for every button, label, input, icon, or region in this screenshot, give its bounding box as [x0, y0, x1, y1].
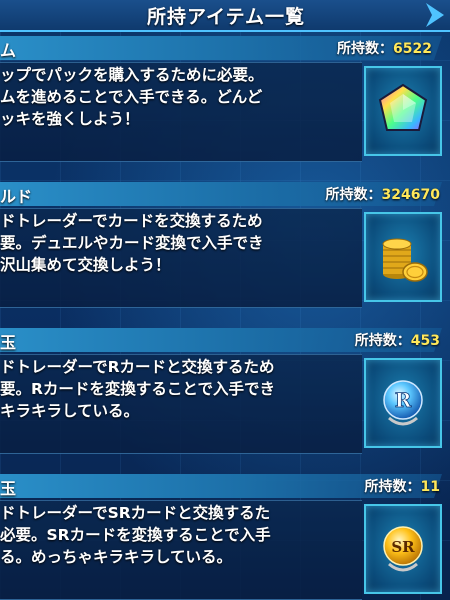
- title-bar: 所持アイテム一覧: [0, 0, 450, 32]
- rainbow-gem-icon: [378, 83, 428, 131]
- item-row[interactable]: 玉 所持数：453 ドトレーダーでRカードと交換するため 要。Rカードを変換する…: [0, 328, 450, 456]
- item-icon-frame[interactable]: [364, 212, 442, 302]
- item-name: ルド: [0, 187, 33, 206]
- item-row[interactable]: 玉 所持数：11 ドトレーダーでSRカードと交換するた 必要。SRカードを変換す…: [0, 474, 450, 600]
- chevron-right-icon[interactable]: [424, 2, 446, 28]
- count-value: 324670: [381, 187, 440, 203]
- item-row[interactable]: ルド 所持数：324670 ドトレーダーでカードを交換するため 要。デュエルやカ…: [0, 182, 450, 310]
- item-name: ム: [0, 41, 17, 60]
- item-count: 所持数：453: [355, 330, 440, 350]
- item-count: 所持数：11: [365, 476, 440, 496]
- count-value: 6522: [393, 41, 432, 57]
- count-value: 453: [410, 333, 440, 349]
- page-title: 所持アイテム一覧: [146, 5, 306, 28]
- count-label: 所持数：: [354, 333, 411, 349]
- svg-text:R: R: [395, 388, 412, 412]
- item-name: 玉: [0, 333, 17, 352]
- sr-orb-icon: SR: [383, 526, 423, 572]
- item-count: 所持数：324670: [326, 184, 440, 204]
- item-description: ドトレーダーでカードを交換するため 要。デュエルやカード変換で入手でき 沢山集め…: [0, 212, 264, 274]
- count-label: 所持数：: [337, 41, 394, 57]
- item-name: 玉: [0, 479, 17, 498]
- item-icon-frame[interactable]: SR: [364, 504, 442, 594]
- item-icon-frame[interactable]: [364, 66, 442, 156]
- r-orb-icon: R: [383, 380, 423, 426]
- gold-coins-icon: [382, 238, 428, 282]
- item-icon-frame[interactable]: R: [364, 358, 442, 448]
- item-description: ップでパックを購入するために必要。 ムを進めることで入手できる。どんど ッキを強…: [0, 66, 264, 128]
- item-count: 所持数：6522: [337, 38, 432, 58]
- count-label: 所持数：: [325, 187, 382, 203]
- item-description: ドトレーダーでSRカードと交換するた 必要。SRカードを変換することで入手 る。…: [0, 504, 271, 566]
- count-label: 所持数：: [364, 479, 421, 495]
- svg-text:SR: SR: [391, 538, 415, 556]
- item-row[interactable]: ム 所持数：6522 ップでパックを購入するために必要。 ムを進めることで入手で…: [0, 36, 450, 164]
- count-value: 11: [420, 479, 440, 495]
- item-description: ドトレーダーでRカードと交換するため 要。Rカードを変換することで入手でき キラ…: [0, 358, 275, 420]
